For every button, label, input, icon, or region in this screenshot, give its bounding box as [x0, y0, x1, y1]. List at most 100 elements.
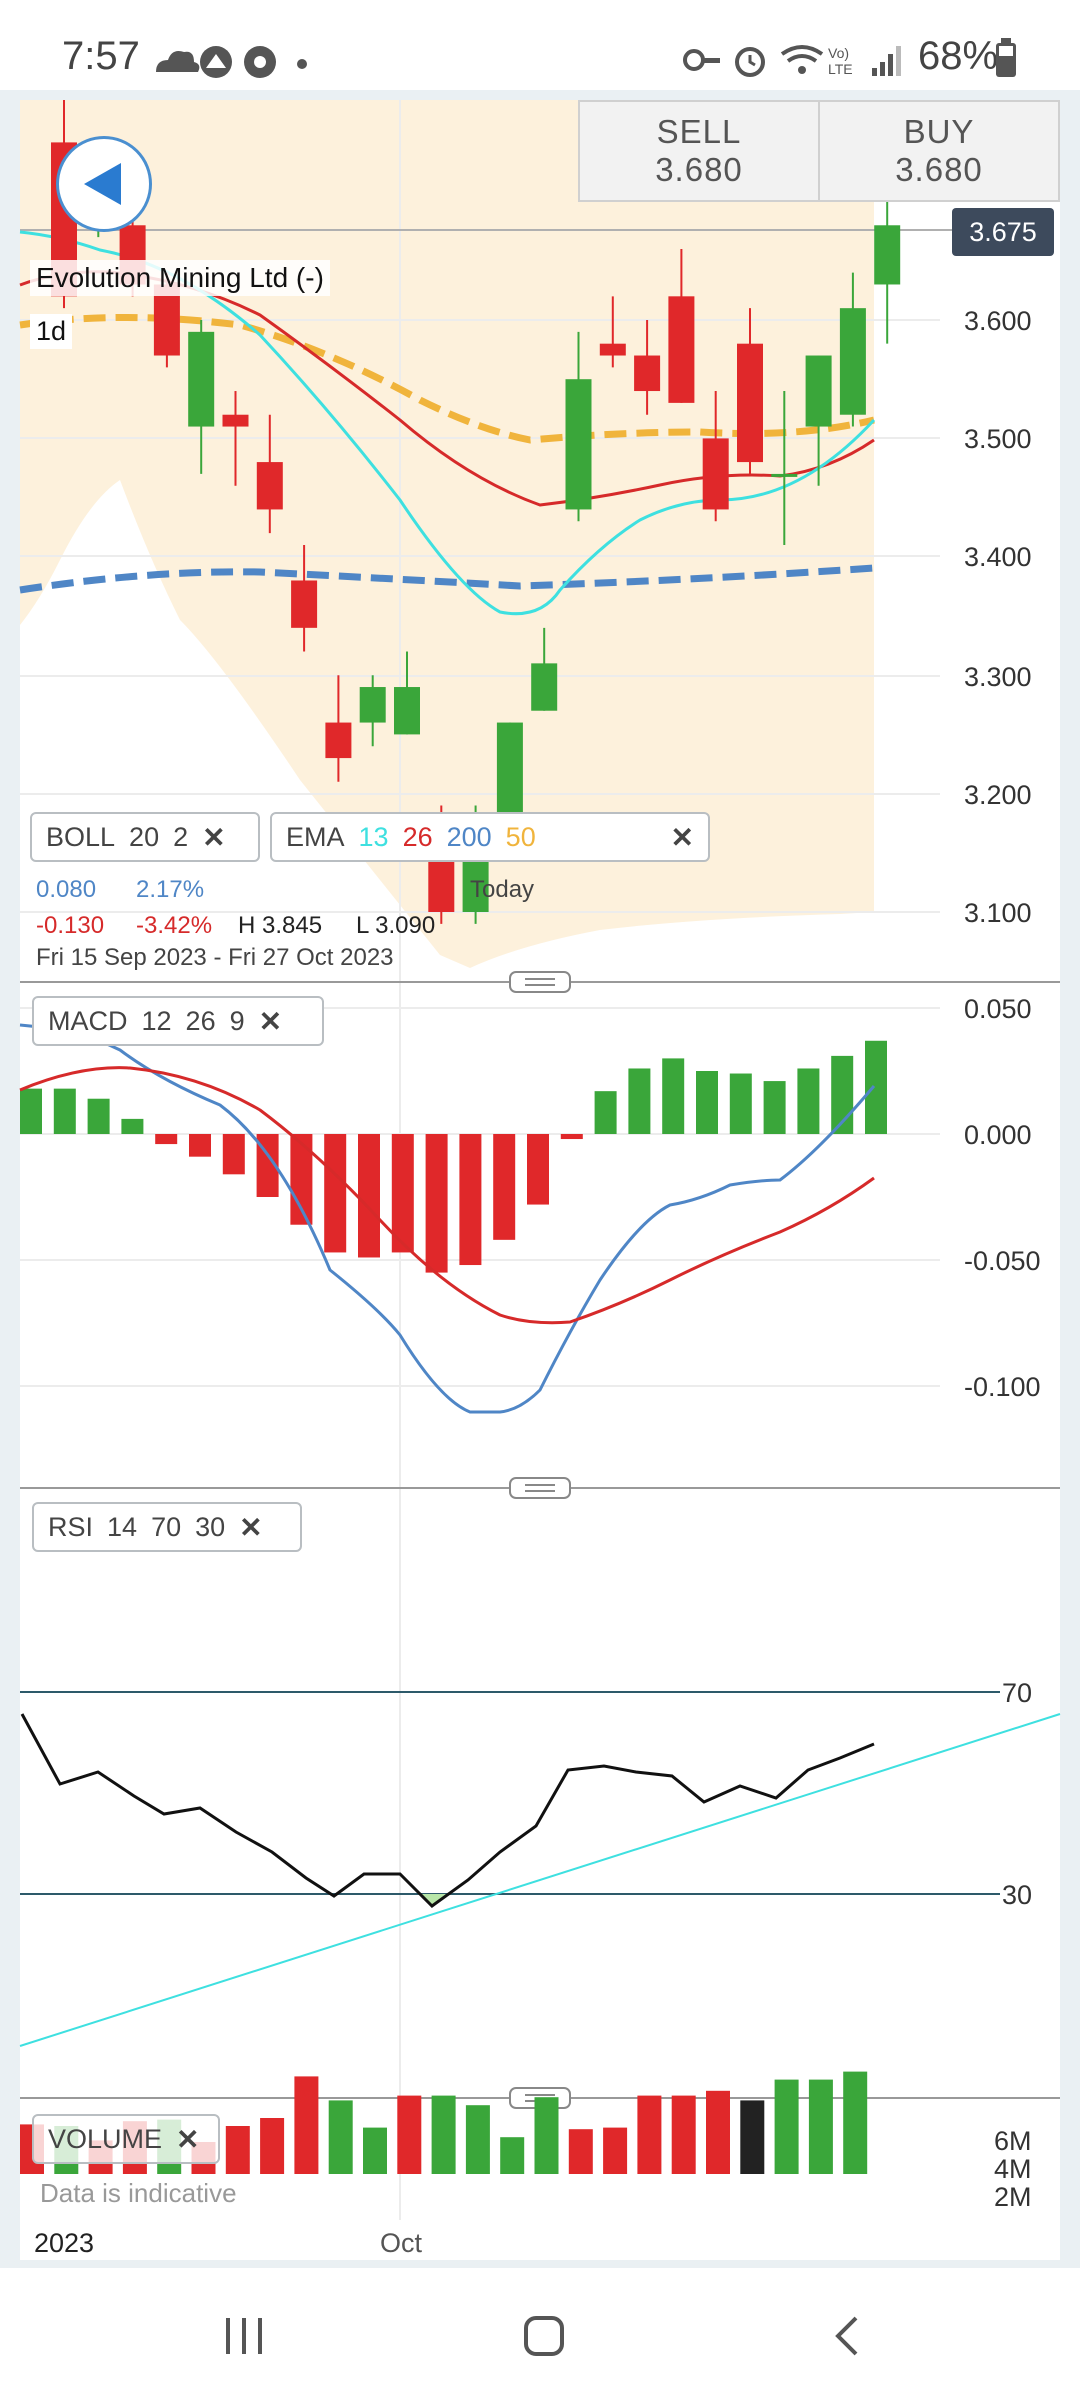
price-axis: 3.600 3.500 3.400 3.300 3.200 3.100: [964, 306, 1032, 928]
ema-p2: 26: [402, 821, 433, 852]
chart-svg: 3.600 3.500 3.400 3.300 3.200 3.100 0.05…: [19, 100, 1061, 2258]
today-label: Today: [470, 876, 535, 903]
sell-button[interactable]: SELL 3.680: [580, 102, 818, 200]
change-abs-down: -0.130: [36, 912, 105, 939]
volume-bar: [500, 2137, 525, 2174]
recents-icon[interactable]: [222, 2314, 266, 2358]
macd-bar: [527, 1134, 549, 1205]
candle-body: [805, 355, 832, 427]
candle-body: [565, 379, 592, 510]
volume-bar: [294, 2076, 319, 2174]
rsi-legend[interactable]: RSI 14 70 30 ✕: [32, 1502, 302, 1552]
candle-body: [531, 663, 558, 711]
boll-dev: 2: [173, 821, 189, 852]
macd-p2: 26: [185, 1005, 216, 1036]
ema-p4: 50: [505, 821, 536, 852]
sell-label: SELL: [656, 113, 742, 150]
candle: [874, 177, 901, 344]
volume-bar: [260, 2118, 285, 2174]
rsi-trendline: [19, 1713, 1061, 2047]
navigation-bar: [0, 2268, 1080, 2400]
volume-bar: [568, 2129, 593, 2174]
volume-bar: [637, 2095, 662, 2174]
macd-bar: [560, 1134, 583, 1140]
boll-label: BOLL: [46, 821, 116, 852]
volume-bar: [328, 2100, 353, 2174]
macd-bar: [324, 1134, 347, 1253]
macd-p1: 12: [141, 1005, 172, 1036]
macd-bar: [222, 1134, 245, 1175]
close-icon[interactable]: ✕: [259, 1005, 282, 1038]
back-icon[interactable]: [826, 2314, 870, 2358]
trade-panel: SELL 3.680 BUY 3.680: [578, 100, 1060, 202]
volume-label: VOLUME: [48, 2123, 163, 2154]
macd-bar: [87, 1098, 110, 1134]
boll-legend[interactable]: BOLL 20 2 ✕: [30, 812, 260, 862]
rsi-axis: 70 30: [1002, 1678, 1032, 1910]
volume-bar: [534, 2097, 559, 2174]
candle-body: [771, 473, 798, 477]
macd-tick: -0.100: [964, 1372, 1041, 1402]
macd-bar: [20, 1088, 42, 1134]
date-range: Fri 15 Sep 2023 - Fri 27 Oct 2023: [36, 944, 394, 971]
low-value: L 3.090: [356, 912, 436, 939]
candle-body: [874, 225, 901, 285]
boll-period: 20: [129, 821, 160, 852]
volume-bar: [671, 2095, 696, 2174]
back-button[interactable]: [56, 136, 152, 232]
macd-bar: [797, 1068, 820, 1134]
change-pct-down: -3.42%: [136, 912, 213, 939]
macd-bar: [865, 1040, 887, 1134]
price-tick: 3.500: [964, 424, 1032, 454]
change-abs-up: 0.080: [36, 876, 97, 903]
pane-resize-handle[interactable]: [509, 971, 571, 993]
volume-bar: [843, 2071, 868, 2174]
timeframe-label[interactable]: 1d: [30, 314, 73, 349]
high-value: H 3.845: [238, 912, 323, 939]
macd-bar: [493, 1134, 516, 1240]
volume-bar: [774, 2079, 799, 2174]
close-icon[interactable]: ✕: [202, 821, 225, 854]
close-icon[interactable]: ✕: [239, 1511, 262, 1544]
back-arrow-icon: [84, 163, 121, 205]
home-icon[interactable]: [522, 2314, 566, 2358]
macd-bar: [189, 1134, 211, 1157]
ema-label: EMA: [286, 821, 345, 852]
volume-bar: [740, 2100, 765, 2174]
macd-bar: [155, 1134, 178, 1145]
price-tick: 3.300: [964, 662, 1032, 692]
rsi-p1: 14: [107, 1511, 138, 1542]
volume-bar: [706, 2090, 730, 2174]
close-icon[interactable]: ✕: [671, 821, 694, 854]
buy-label: BUY: [903, 113, 975, 150]
close-icon[interactable]: ✕: [176, 2123, 199, 2156]
volume-axis: 6M 4M 2M: [994, 2126, 1032, 2212]
candle-body: [291, 580, 318, 628]
pane-resize-handle[interactable]: [509, 1477, 571, 1499]
sell-price: 3.680: [655, 151, 743, 188]
price-tick: 3.400: [964, 542, 1032, 572]
macd-bar: [594, 1091, 617, 1134]
buy-button[interactable]: BUY 3.680: [818, 102, 1058, 200]
candle-body: [702, 438, 729, 510]
macd-bar: [763, 1081, 786, 1134]
ema-legend[interactable]: EMA 13 26 200 50 ✕: [270, 812, 710, 862]
ema-p1: 13: [358, 821, 389, 852]
price-tick: 3.100: [964, 898, 1032, 928]
volume-legend[interactable]: VOLUME ✕: [32, 2114, 220, 2164]
macd-legend[interactable]: MACD 12 26 9 ✕: [32, 996, 324, 1046]
instrument-name: Evolution Mining Ltd (-): [30, 260, 330, 296]
candle-body: [839, 308, 866, 415]
ema-p3: 200: [446, 821, 492, 852]
candle-body: [325, 722, 352, 759]
rsi-line: [20, 1713, 875, 1908]
candle-body: [599, 343, 626, 356]
macd-label: MACD: [48, 1005, 128, 1036]
macd-bar: [729, 1073, 752, 1134]
current-price-label: 3.675: [952, 208, 1054, 256]
candle-body: [359, 687, 386, 723]
macd-bar: [53, 1088, 76, 1134]
rsi-label: RSI: [48, 1511, 94, 1542]
macd-bar: [628, 1068, 651, 1134]
macd-bar: [696, 1071, 718, 1134]
